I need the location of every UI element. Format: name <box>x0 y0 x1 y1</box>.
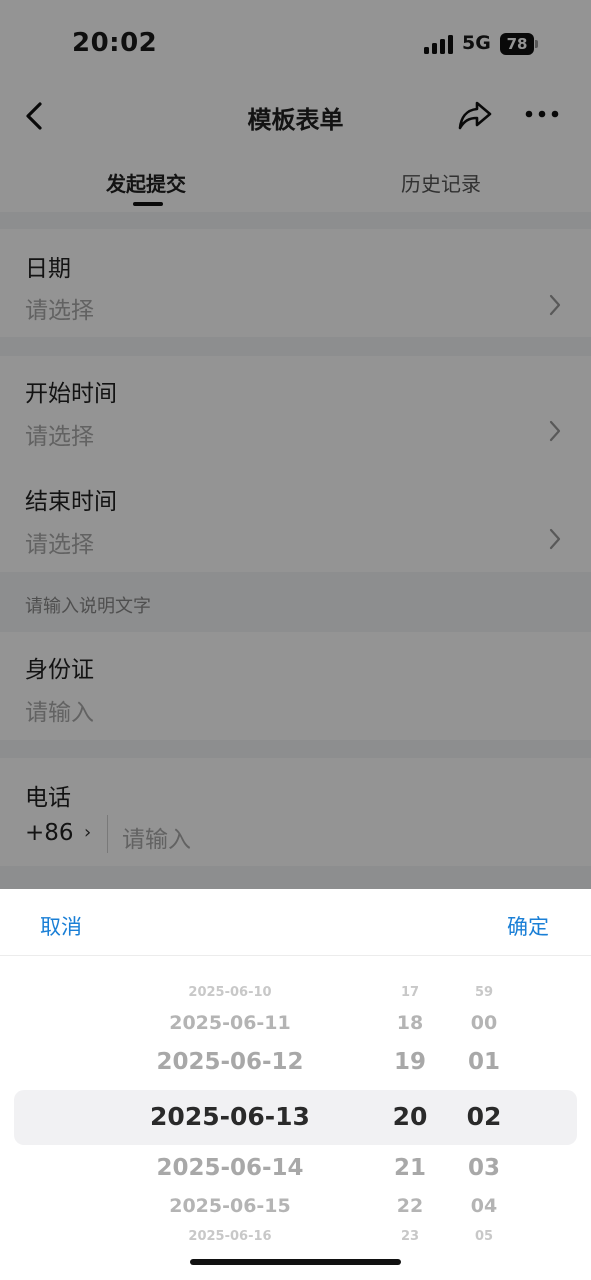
date-option[interactable]: 2025-06-12 <box>120 1048 340 1076</box>
minute-option[interactable]: 04 <box>452 1194 516 1218</box>
minute-option[interactable]: 02 <box>452 1101 516 1133</box>
sheet-divider <box>0 955 591 956</box>
date-option[interactable]: 2025-06-14 <box>120 1154 340 1182</box>
date-option[interactable]: 2025-06-15 <box>120 1194 340 1218</box>
date-time-picker-sheet: 取消 确定 2025-06-10 2025-06-11 2025-06-12 2025… <box>0 889 591 1280</box>
minute-option[interactable]: 59 <box>452 985 516 1001</box>
date-option[interactable]: 2025-06-13 <box>120 1101 340 1133</box>
hour-option[interactable]: 21 <box>380 1154 440 1182</box>
hour-option[interactable]: 18 <box>380 1011 440 1035</box>
minute-option[interactable]: 01 <box>452 1048 516 1076</box>
confirm-button[interactable]: 确定 <box>507 911 549 941</box>
hour-option[interactable]: 20 <box>380 1101 440 1133</box>
hour-option[interactable]: 23 <box>380 1229 440 1245</box>
hour-option[interactable]: 17 <box>380 985 440 1001</box>
minute-option[interactable]: 05 <box>452 1229 516 1245</box>
date-option[interactable]: 2025-06-11 <box>120 1011 340 1035</box>
cancel-button[interactable]: 取消 <box>40 911 82 941</box>
hour-option[interactable]: 19 <box>380 1048 440 1076</box>
minute-option[interactable]: 00 <box>452 1011 516 1035</box>
date-option[interactable]: 2025-06-16 <box>120 1229 340 1245</box>
home-indicator <box>190 1259 401 1265</box>
hour-option[interactable]: 22 <box>380 1194 440 1218</box>
date-option[interactable]: 2025-06-10 <box>120 985 340 1001</box>
minute-option[interactable]: 03 <box>452 1154 516 1182</box>
